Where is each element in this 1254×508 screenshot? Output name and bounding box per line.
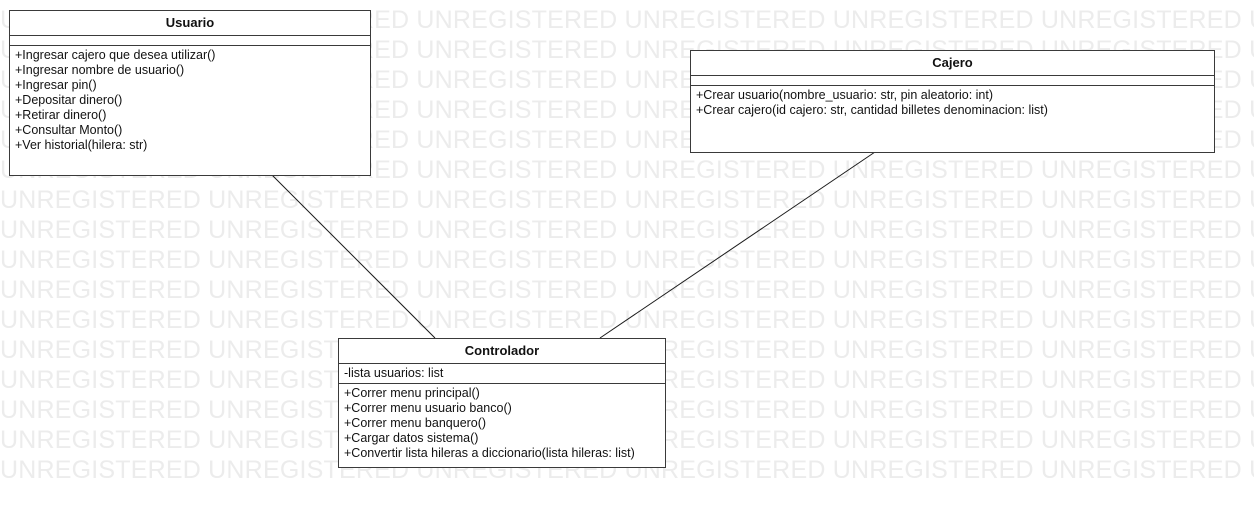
- class-controlador[interactable]: Controlador -lista usuarios: list +Corre…: [338, 338, 666, 468]
- class-methods: +Correr menu principal() +Correr menu usu…: [339, 384, 665, 463]
- attribute-row: -lista usuarios: list: [344, 366, 444, 380]
- class-attributes: -lista usuarios: list: [339, 364, 665, 384]
- method-row: +Ingresar nombre de usuario(): [15, 63, 185, 77]
- class-methods: +Ingresar cajero que desea utilizar() +In…: [10, 46, 370, 155]
- method-row: +Ver historial(hilera: str): [15, 138, 148, 152]
- class-usuario[interactable]: Usuario +Ingresar cajero que desea utili…: [9, 10, 371, 176]
- class-attributes: [691, 76, 1214, 86]
- method-row: +Ingresar pin(): [15, 78, 97, 92]
- method-row: +Consultar Monto(): [15, 123, 123, 137]
- association-cajero-controlador[interactable]: [599, 151, 876, 339]
- method-row: +Depositar dinero(): [15, 93, 123, 107]
- method-row: +Crear usuario(nombre_usuario: str, pin …: [696, 88, 994, 102]
- method-row: +Convertir lista hileras a diccionario(l…: [344, 446, 635, 460]
- class-name: Cajero: [691, 51, 1214, 76]
- method-row: +Ingresar cajero que desea utilizar(): [15, 48, 216, 62]
- association-usuario-controlador[interactable]: [271, 174, 436, 339]
- method-row: +Correr menu usuario banco(): [344, 401, 512, 415]
- method-row: +Correr menu banquero(): [344, 416, 487, 430]
- class-attributes: [10, 36, 370, 46]
- method-row: +Crear cajero(id cajero: str, cantidad b…: [696, 103, 1048, 117]
- method-row: +Retirar dinero(): [15, 108, 107, 122]
- class-name: Controlador: [339, 339, 665, 364]
- class-cajero[interactable]: Cajero +Crear usuario(nombre_usuario: st…: [690, 50, 1215, 153]
- class-methods: +Crear usuario(nombre_usuario: str, pin …: [691, 86, 1214, 120]
- method-row: +Cargar datos sistema(): [344, 431, 479, 445]
- method-row: +Correr menu principal(): [344, 386, 480, 400]
- class-name: Usuario: [10, 11, 370, 36]
